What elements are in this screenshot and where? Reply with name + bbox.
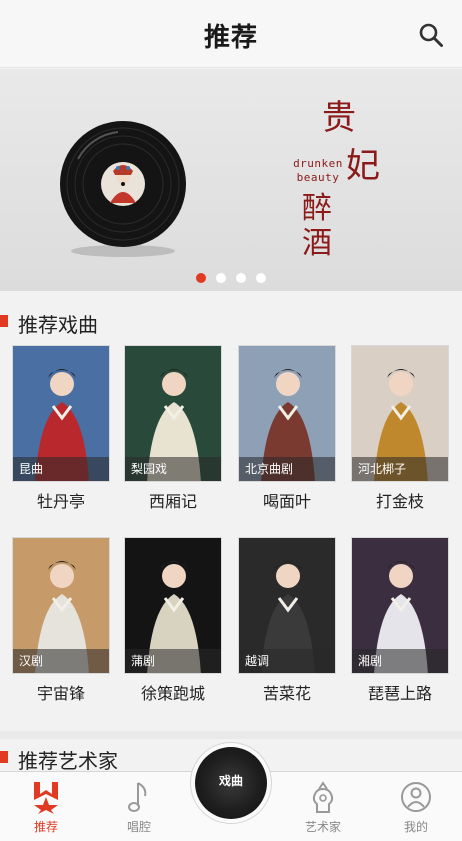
banner-title-char: 醉 (302, 191, 332, 226)
tab-artist[interactable]: 艺术家 (288, 780, 358, 835)
opera-card[interactable]: 北京曲剧 喝面叶 (238, 345, 336, 511)
tab-label: 我的 (403, 820, 428, 834)
opera-genre-tag: 越调 (239, 649, 335, 673)
top-bar: 推荐 (0, 0, 462, 68)
opera-title[interactable]: 苦菜花 (238, 680, 336, 704)
section-header-operas: 推荐戏曲 (0, 309, 300, 337)
opera-card[interactable]: 汉剧 宇宙锋 (12, 537, 110, 703)
tab-singing[interactable]: 唱腔 (104, 780, 174, 835)
carousel-dot[interactable] (216, 273, 226, 283)
profile-icon (401, 782, 431, 812)
page-title: 推荐 (203, 23, 258, 53)
banner-title-char: 贵 (322, 98, 356, 138)
center-logo: 戏曲 (218, 774, 243, 788)
opera-card[interactable]: 梨园戏 西厢记 (124, 345, 222, 511)
section-marker (0, 751, 8, 763)
banner-english-title: drunken beauty (293, 157, 343, 184)
opera-thumbnail[interactable]: 北京曲剧 (238, 345, 336, 482)
opera-thumbnail[interactable]: 河北梆子 (351, 345, 449, 482)
recommend-icon (34, 782, 58, 814)
banner-title-char: 妃 (346, 146, 380, 186)
opera-title[interactable]: 牡丹亭 (12, 488, 110, 512)
opera-genre-tag: 北京曲剧 (239, 457, 335, 481)
section-title: 推荐戏曲 (18, 313, 98, 337)
search-icon[interactable] (418, 22, 444, 48)
carousel-dot[interactable] (236, 273, 246, 283)
opera-title[interactable]: 喝面叶 (238, 488, 336, 512)
opera-thumbnail[interactable]: 越调 (238, 537, 336, 674)
opera-genre-tag: 汉剧 (13, 649, 109, 673)
opera-title[interactable]: 西厢记 (124, 488, 222, 512)
tab-label: 艺术家 (304, 820, 341, 834)
center-play-button[interactable]: 戏曲 (190, 742, 272, 824)
opera-genre-tag: 河北梆子 (352, 457, 448, 481)
opera-card[interactable]: 越调 苦菜花 (238, 537, 336, 703)
carousel-indicator (0, 273, 462, 283)
music-note-icon (128, 782, 147, 812)
opera-title[interactable]: 打金枝 (351, 488, 449, 512)
opera-title[interactable]: 宇宙锋 (12, 680, 110, 704)
section-divider (0, 731, 462, 739)
opera-thumbnail[interactable]: 湘剧 (351, 537, 449, 674)
opera-title[interactable]: 琵琶上路 (351, 680, 449, 704)
opera-genre-tag: 昆曲 (13, 457, 109, 481)
opera-genre-tag: 梨园戏 (125, 457, 221, 481)
opera-thumbnail[interactable]: 梨园戏 (124, 345, 222, 482)
opera-title[interactable]: 徐策跑城 (124, 680, 222, 704)
opera-thumbnail[interactable]: 汉剧 (12, 537, 110, 674)
section-marker (0, 315, 8, 327)
opera-genre-tag: 湘剧 (352, 649, 448, 673)
tab-label: 唱腔 (126, 820, 151, 834)
opera-card[interactable]: 蒲剧 徐策跑城 (124, 537, 222, 703)
opera-card[interactable]: 河北梆子 打金枝 (351, 345, 449, 511)
banner-title-char: 酒 (302, 226, 332, 261)
opera-thumbnail[interactable]: 蒲剧 (124, 537, 222, 674)
vinyl-record-image (60, 121, 186, 257)
tab-mine[interactable]: 我的 (381, 780, 451, 835)
tab-recommend[interactable]: 推荐 (11, 780, 81, 835)
opera-card[interactable]: 湘剧 琵琶上路 (351, 537, 449, 703)
carousel-dot[interactable] (196, 273, 206, 283)
section-title: 推荐艺术家 (18, 749, 118, 773)
opera-genre-tag: 蒲剧 (125, 649, 221, 673)
artist-icon (312, 781, 334, 813)
opera-thumbnail[interactable]: 昆曲 (12, 345, 110, 482)
carousel-dot[interactable] (256, 273, 266, 283)
banner-carousel[interactable]: 贵 妃 drunken beauty 醉 酒 (0, 69, 462, 291)
tab-label: 推荐 (33, 820, 58, 834)
opera-card[interactable]: 昆曲 牡丹亭 (12, 345, 110, 511)
